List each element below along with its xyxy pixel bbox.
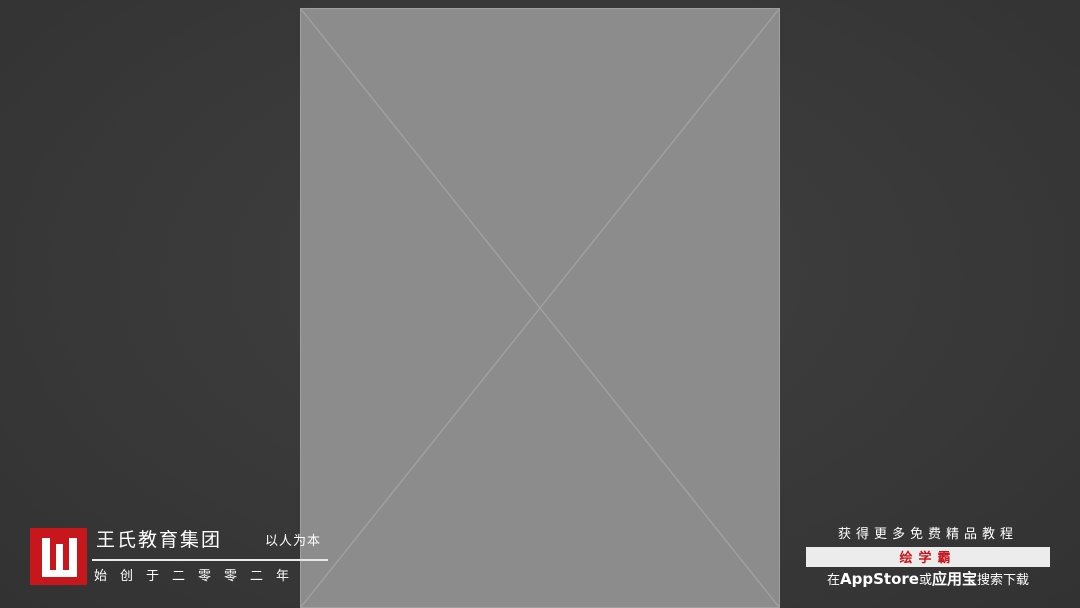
brand-founded: 始创于二零零二年 [94,569,303,584]
promo-mid: 或 [918,573,932,588]
promo-download-line: 在AppStore或应用宝搜索下载 [806,570,1050,590]
brand-divider [92,559,328,561]
brand-name: 王氏教育集团 [96,529,223,551]
promo-store-yingyongbao: 应用宝 [931,570,977,588]
promo-pre: 在 [827,573,841,588]
promo-block: 获得更多免费精品教程 绘学霸 在AppStore或应用宝搜索下载 [806,526,1050,590]
promo-headline: 获得更多免费精品教程 [837,527,1018,542]
sculpt-placeholder [300,8,780,608]
promo-store-appstore: AppStore [840,570,919,588]
w-logo-icon [41,537,77,577]
promo-app-band: 绘学霸 [806,547,1050,567]
promo-app-name: 绘学霸 [899,551,957,566]
viewport [0,0,1080,608]
brand-logo [30,528,87,585]
brand-motto: 以人为本 [265,534,322,549]
brand-block: 王氏教育集团 以人为本 始创于二零零二年 [30,528,340,590]
promo-post: 搜索下载 [976,573,1029,588]
